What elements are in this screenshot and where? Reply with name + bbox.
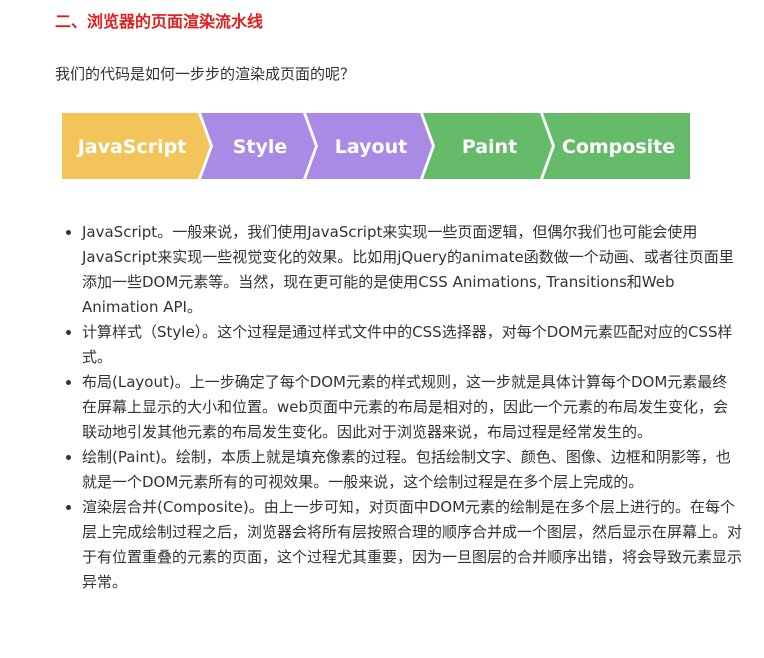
- list-item-style: 计算样式（Style）。这个过程是通过样式文件中的CSS选择器，对每个DOM元素…: [82, 320, 742, 370]
- list-item-composite: 渲染层合并(Composite)。由上一步可知，对页面中DOM元素的绘制是在多个…: [82, 495, 742, 595]
- list-item-layout: 布局(Layout)。上一步确定了每个DOM元素的样式规则，这一步就是具体计算每…: [82, 370, 742, 445]
- pipeline-label-paint: Paint: [462, 136, 517, 158]
- pipeline-diagram: JavaScript Style Layout Paint Composite: [62, 113, 690, 179]
- pipeline-label-javascript: JavaScript: [76, 136, 187, 158]
- list-item-javascript: JavaScript。一般来说，我们使用JavaScript来实现一些页面逻辑，…: [82, 220, 742, 320]
- section-heading: 二、浏览器的页面渲染流水线: [55, 12, 264, 31]
- pipeline-label-style: Style: [233, 136, 288, 158]
- pipeline-svg: JavaScript Style Layout Paint Composite: [62, 113, 690, 179]
- stage-list: JavaScript。一般来说，我们使用JavaScript来实现一些页面逻辑，…: [60, 220, 742, 595]
- pipeline-label-layout: Layout: [335, 136, 407, 158]
- intro-text: 我们的代码是如何一步步的渲染成页面的呢？: [55, 65, 356, 83]
- pipeline-label-composite: Composite: [562, 136, 675, 158]
- list-item-paint: 绘制(Paint)。绘制，本质上就是填充像素的过程。包括绘制文字、颜色、图像、边…: [82, 445, 742, 495]
